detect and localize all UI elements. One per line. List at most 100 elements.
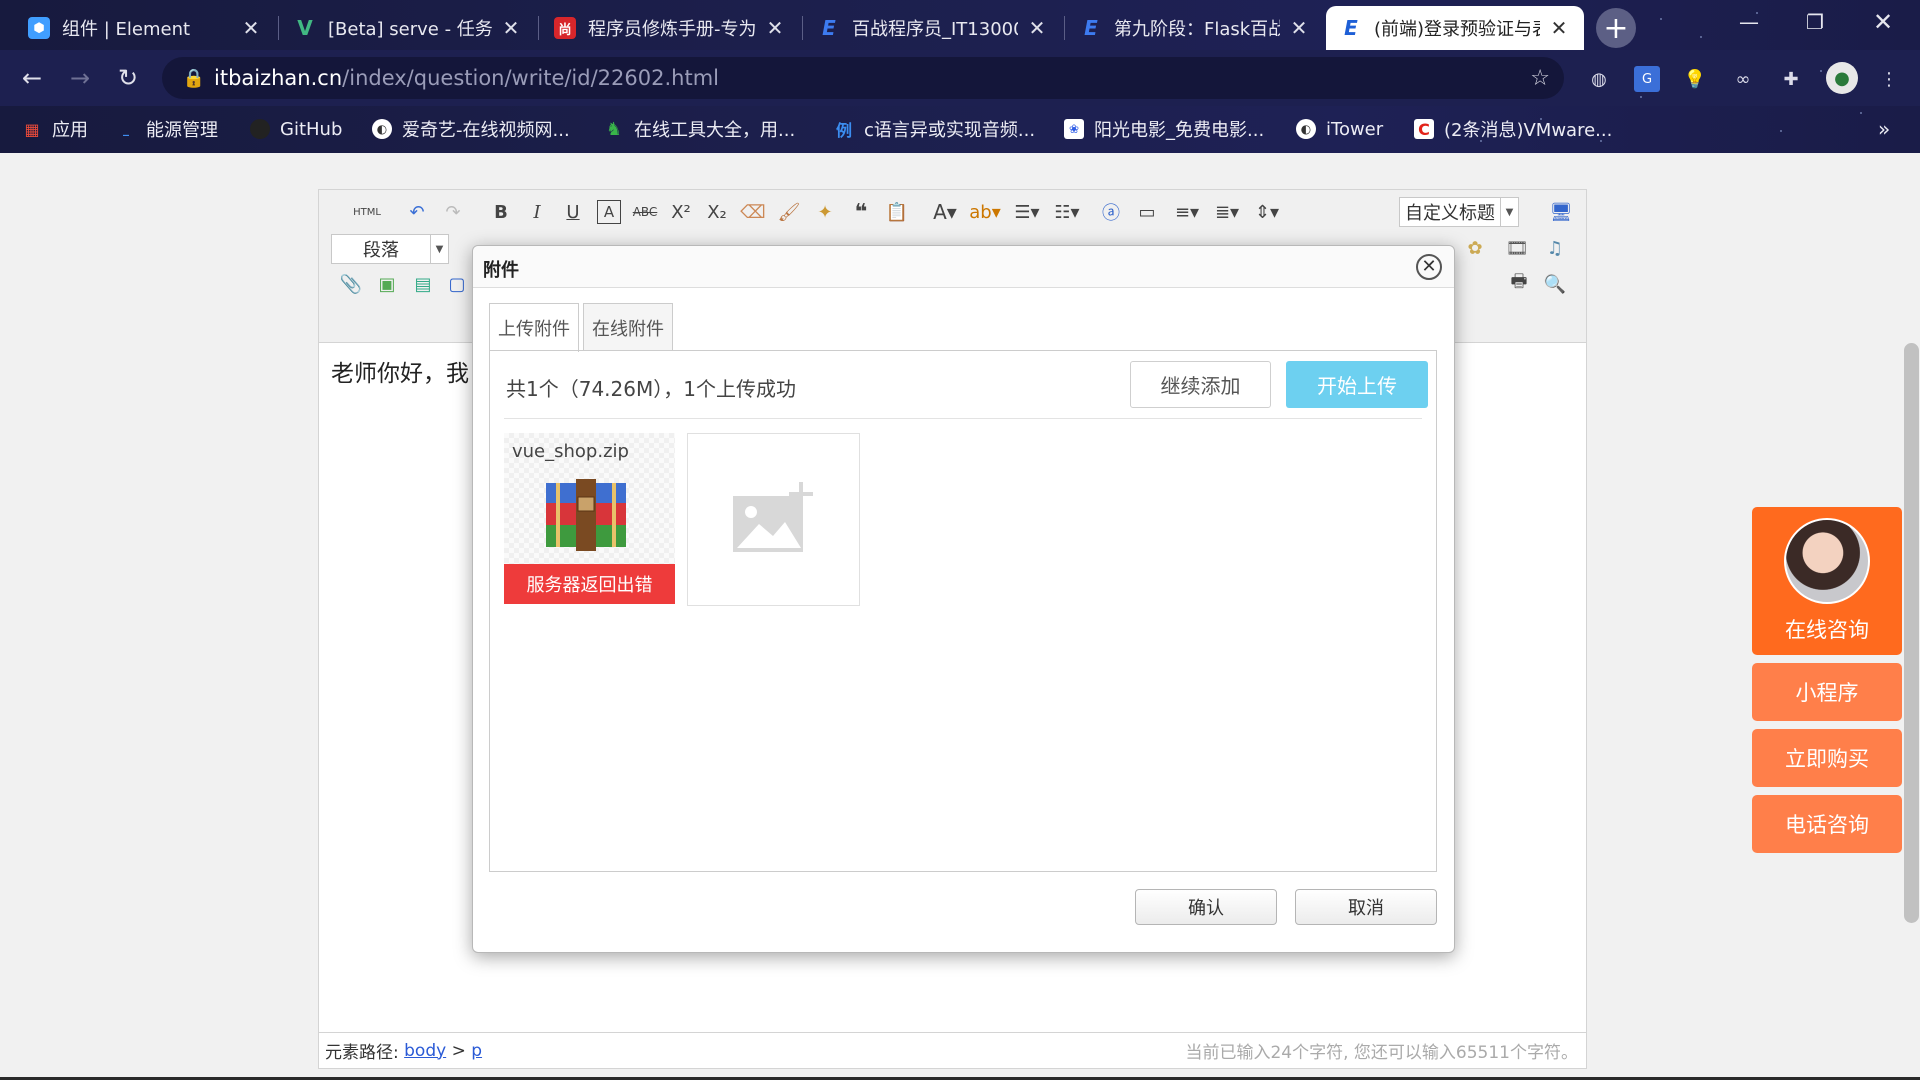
undo-icon[interactable]: ↶: [405, 200, 429, 224]
music-icon[interactable]: ♫: [1543, 236, 1567, 260]
tab-3[interactable]: E 百战程序员_IT13000 ✕: [804, 6, 1062, 50]
superscript-icon[interactable]: X²: [669, 200, 693, 224]
bold-icon[interactable]: B: [489, 200, 513, 224]
map-icon[interactable]: ✿: [1463, 236, 1487, 260]
font-color-icon[interactable]: A▾: [933, 200, 957, 224]
path-p-link[interactable]: p: [471, 1041, 482, 1061]
row-spacing-top-icon[interactable]: ≡▾: [1175, 200, 1199, 224]
font-border-icon[interactable]: A: [597, 200, 621, 224]
bookmark-itower[interactable]: ◐ iTower: [1296, 116, 1383, 142]
continue-add-button[interactable]: 继续添加: [1130, 361, 1271, 408]
confirm-button[interactable]: 确认: [1135, 889, 1277, 925]
image-icon[interactable]: ▣: [375, 272, 399, 296]
cancel-button[interactable]: 取消: [1295, 889, 1437, 925]
back-icon[interactable]: ←: [14, 60, 50, 96]
editor-body-text[interactable]: 老师你好，我: [331, 354, 469, 388]
clear-doc-icon[interactable]: ▭: [1135, 200, 1159, 224]
fullscreen-icon[interactable]: 🖥: [1549, 200, 1573, 224]
path-body-link[interactable]: body: [404, 1041, 446, 1061]
phone-consult-button[interactable]: 电话咨询: [1752, 795, 1902, 853]
tab-4[interactable]: E 第九阶段：Flask百战 ✕: [1066, 6, 1324, 50]
bookmark-apps[interactable]: ▦ 应用: [22, 116, 88, 142]
add-file-placeholder[interactable]: [687, 433, 860, 606]
bookmark-csdn[interactable]: C (2条消息)VMware...: [1414, 116, 1612, 142]
insert-frame-icon[interactable]: ▢: [445, 272, 469, 296]
page-scrollbar[interactable]: [1903, 153, 1920, 1080]
attachment-icon[interactable]: 📎: [339, 272, 363, 296]
forward-icon[interactable]: →: [62, 60, 98, 96]
bookmark-iqiyi[interactable]: ◐ 爱奇艺-在线视频网...: [372, 116, 570, 142]
row-spacing-bottom-icon[interactable]: ≣▾: [1215, 200, 1239, 224]
tab-5-active[interactable]: E (前端)登录预验证与表 ✕: [1326, 6, 1584, 50]
ordered-list-icon[interactable]: ☰▾: [1014, 200, 1039, 224]
reload-icon[interactable]: ↻: [110, 60, 146, 96]
mini-program-button[interactable]: 小程序: [1752, 663, 1902, 721]
custom-heading-select[interactable]: 自定义标题 ▼: [1399, 197, 1519, 227]
file-item[interactable]: vue_shop.zip 服务器返回出错: [504, 433, 675, 604]
close-icon[interactable]: ✕: [1026, 16, 1048, 40]
translate-icon[interactable]: G: [1634, 66, 1660, 92]
tab-online-attachment[interactable]: 在线附件: [583, 303, 673, 351]
address-bar[interactable]: 🔒 itbaizhan.cn/index/question/write/id/2…: [162, 57, 1564, 99]
tab-1[interactable]: V [Beta] serve - 任务 ✕: [280, 6, 536, 50]
itbaizhan-icon: E: [822, 16, 836, 40]
blockquote-icon[interactable]: ❝: [849, 200, 873, 225]
close-icon[interactable]: ✕: [1288, 16, 1310, 40]
auto-format-icon[interactable]: ✦: [813, 200, 837, 224]
lightbulb-icon[interactable]: 💡: [1682, 66, 1708, 92]
puzzle-icon[interactable]: ✚: [1778, 66, 1804, 92]
bookmark-tools[interactable]: ♞ 在线工具大全，用...: [604, 116, 795, 142]
bookmark-c-language[interactable]: 例 c语言异或实现音频...: [834, 116, 1035, 142]
profile-avatar[interactable]: ●: [1826, 62, 1858, 94]
close-icon[interactable]: ✕: [500, 16, 522, 40]
buy-now-button[interactable]: 立即购买: [1752, 729, 1902, 787]
html-source-icon[interactable]: HTML: [349, 200, 385, 224]
close-icon[interactable]: ✕: [764, 16, 786, 40]
video-icon[interactable]: 🎞: [1505, 236, 1529, 260]
select-all-icon[interactable]: ⓐ: [1099, 200, 1123, 224]
print-icon[interactable]: 🖶: [1507, 271, 1531, 296]
extension-icon[interactable]: ∞: [1730, 66, 1756, 92]
upload-panel: 共1个（74.26M），1个上传成功 继续添加 开始上传 vue_shop.zi…: [489, 350, 1437, 872]
window-close-icon[interactable]: ✕: [1850, 0, 1916, 44]
url-text[interactable]: itbaizhan.cn/index/question/write/id/226…: [214, 66, 719, 90]
scrollbar-thumb[interactable]: [1904, 343, 1919, 923]
chevron-down-icon: ▼: [430, 235, 448, 263]
bookmark-star-icon[interactable]: ☆: [1530, 66, 1550, 91]
strikethrough-icon[interactable]: ABC: [633, 200, 658, 224]
restore-icon[interactable]: ❐: [1782, 0, 1848, 44]
paste-plain-icon[interactable]: 📋: [885, 200, 909, 224]
eraser-icon[interactable]: ⌫: [740, 200, 765, 224]
star-decoration: [1540, 118, 1542, 120]
extension-icon[interactable]: ◍: [1586, 66, 1612, 92]
new-tab-button[interactable]: +: [1596, 8, 1636, 48]
format-brush-icon[interactable]: 🖌: [777, 200, 801, 224]
preview-search-icon[interactable]: 🔍: [1543, 272, 1567, 296]
start-upload-button[interactable]: 开始上传: [1286, 361, 1428, 408]
italic-icon[interactable]: I: [525, 200, 549, 224]
bookmark-energy[interactable]: _ 能源管理: [116, 116, 218, 142]
paragraph-format-select[interactable]: 段落 ▼: [331, 234, 449, 264]
menu-kebab-icon[interactable]: ⋮: [1876, 66, 1902, 92]
tab-0[interactable]: ⬢ 组件 | Element ✕: [14, 6, 276, 50]
minimize-icon[interactable]: —: [1716, 0, 1782, 44]
subscript-icon[interactable]: X₂: [705, 200, 729, 224]
more-bookmarks-button[interactable]: »: [1878, 116, 1890, 142]
bookmark-movie[interactable]: ❀ 阳光电影_免费电影...: [1064, 116, 1264, 142]
underline-icon[interactable]: U: [561, 200, 585, 224]
unordered-list-icon[interactable]: ☷▾: [1054, 200, 1079, 224]
online-consult-button[interactable]: 在线咨询: [1752, 507, 1902, 655]
close-icon[interactable]: ✕: [1416, 254, 1442, 280]
multi-image-icon[interactable]: ▤: [411, 272, 435, 296]
bookmark-icon: _: [123, 122, 129, 136]
bookmark-github[interactable]: GitHub: [250, 116, 342, 142]
close-icon[interactable]: ✕: [240, 16, 262, 40]
line-height-icon[interactable]: ⇕▾: [1255, 200, 1279, 224]
highlight-icon[interactable]: ab▾: [969, 200, 1001, 224]
tab-upload-attachment[interactable]: 上传附件: [489, 303, 579, 352]
close-icon[interactable]: ✕: [1548, 16, 1570, 40]
redo-icon[interactable]: ↷: [441, 200, 465, 224]
bookmark-label: GitHub: [280, 118, 343, 140]
globe-icon: ◐: [1296, 119, 1316, 139]
tab-2[interactable]: 尚 程序员修炼手册-专为 ✕: [540, 6, 800, 50]
